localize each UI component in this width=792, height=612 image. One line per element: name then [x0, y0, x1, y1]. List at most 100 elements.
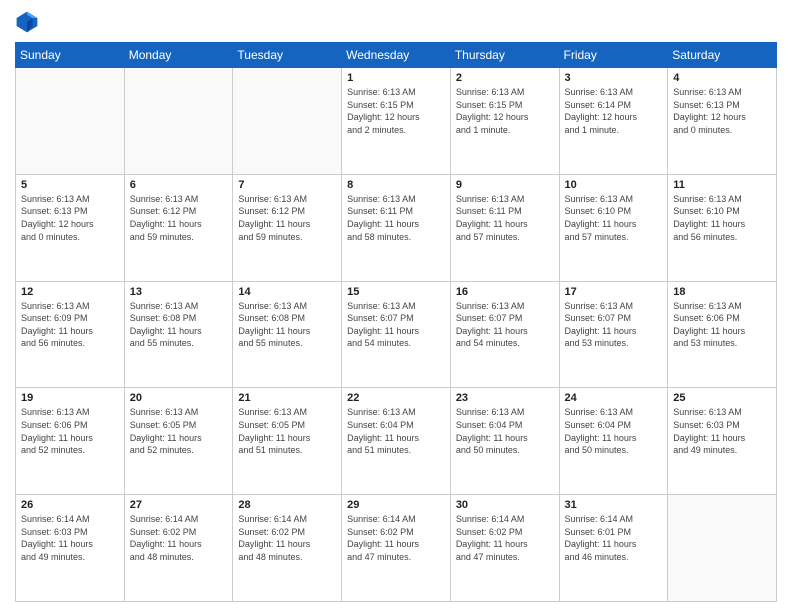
day-number: 11 [673, 179, 771, 191]
calendar-cell [233, 68, 342, 175]
day-info: Sunrise: 6:13 AM Sunset: 6:12 PM Dayligh… [130, 193, 228, 243]
day-info: Sunrise: 6:13 AM Sunset: 6:05 PM Dayligh… [130, 406, 228, 456]
day-info: Sunrise: 6:13 AM Sunset: 6:11 PM Dayligh… [347, 193, 445, 243]
calendar-cell: 20 Sunrise: 6:13 AM Sunset: 6:05 PM Dayli… [124, 388, 233, 495]
day-number: 2 [456, 72, 554, 84]
day-number: 14 [238, 286, 336, 298]
day-number: 6 [130, 179, 228, 191]
calendar-cell: 27 Sunrise: 6:14 AM Sunset: 6:02 PM Dayli… [124, 495, 233, 602]
day-number: 30 [456, 499, 554, 511]
day-info: Sunrise: 6:13 AM Sunset: 6:06 PM Dayligh… [673, 300, 771, 350]
weekday-header: Friday [559, 43, 668, 68]
calendar-cell: 10 Sunrise: 6:13 AM Sunset: 6:10 PM Dayli… [559, 174, 668, 281]
day-number: 23 [456, 392, 554, 404]
day-info: Sunrise: 6:13 AM Sunset: 6:08 PM Dayligh… [238, 300, 336, 350]
day-number: 24 [565, 392, 663, 404]
day-number: 8 [347, 179, 445, 191]
calendar-cell: 2Sunrise: 6:13 AM Sunset: 6:15 PM Daylig… [450, 68, 559, 175]
calendar-cell: 19 Sunrise: 6:13 AM Sunset: 6:06 PM Dayli… [16, 388, 125, 495]
calendar-week-row: 26Sunrise: 6:14 AM Sunset: 6:03 PM Dayli… [16, 495, 777, 602]
calendar: SundayMondayTuesdayWednesdayThursdayFrid… [15, 42, 777, 602]
day-info: Sunrise: 6:13 AM Sunset: 6:04 PM Dayligh… [565, 406, 663, 456]
day-number: 3 [565, 72, 663, 84]
day-number: 20 [130, 392, 228, 404]
calendar-cell: 3 Sunrise: 6:13 AM Sunset: 6:14 PM Daylig… [559, 68, 668, 175]
day-number: 17 [565, 286, 663, 298]
weekday-header: Wednesday [342, 43, 451, 68]
calendar-cell [124, 68, 233, 175]
calendar-cell: 28 Sunrise: 6:14 AM Sunset: 6:02 PM Dayli… [233, 495, 342, 602]
day-info: Sunrise: 6:13 AM Sunset: 6:11 PM Dayligh… [456, 193, 554, 243]
calendar-cell: 12Sunrise: 6:13 AM Sunset: 6:09 PM Dayli… [16, 281, 125, 388]
calendar-cell: 8 Sunrise: 6:13 AM Sunset: 6:11 PM Daylig… [342, 174, 451, 281]
day-number: 22 [347, 392, 445, 404]
weekday-header-row: SundayMondayTuesdayWednesdayThursdayFrid… [16, 43, 777, 68]
weekday-header: Sunday [16, 43, 125, 68]
calendar-cell: 11 Sunrise: 6:13 AM Sunset: 6:10 PM Dayli… [668, 174, 777, 281]
calendar-cell: 25Sunrise: 6:13 AM Sunset: 6:03 PM Dayli… [668, 388, 777, 495]
day-info: Sunrise: 6:13 AM Sunset: 6:14 PM Dayligh… [565, 86, 663, 136]
day-info: Sunrise: 6:14 AM Sunset: 6:02 PM Dayligh… [456, 513, 554, 563]
day-info: Sunrise: 6:13 AM Sunset: 6:12 PM Dayligh… [238, 193, 336, 243]
day-info: Sunrise: 6:14 AM Sunset: 6:02 PM Dayligh… [238, 513, 336, 563]
day-info: Sunrise: 6:14 AM Sunset: 6:02 PM Dayligh… [130, 513, 228, 563]
day-number: 9 [456, 179, 554, 191]
weekday-header: Monday [124, 43, 233, 68]
calendar-cell: 16 Sunrise: 6:13 AM Sunset: 6:07 PM Dayli… [450, 281, 559, 388]
calendar-cell: 21 Sunrise: 6:13 AM Sunset: 6:05 PM Dayli… [233, 388, 342, 495]
day-number: 26 [21, 499, 119, 511]
calendar-cell: 31 Sunrise: 6:14 AM Sunset: 6:01 PM Dayli… [559, 495, 668, 602]
calendar-week-row: 1Sunrise: 6:13 AM Sunset: 6:15 PM Daylig… [16, 68, 777, 175]
weekday-header: Tuesday [233, 43, 342, 68]
day-info: Sunrise: 6:13 AM Sunset: 6:05 PM Dayligh… [238, 406, 336, 456]
day-number: 21 [238, 392, 336, 404]
day-info: Sunrise: 6:13 AM Sunset: 6:07 PM Dayligh… [456, 300, 554, 350]
calendar-cell: 26Sunrise: 6:14 AM Sunset: 6:03 PM Dayli… [16, 495, 125, 602]
logo-icon [15, 10, 39, 34]
day-number: 15 [347, 286, 445, 298]
calendar-week-row: 19 Sunrise: 6:13 AM Sunset: 6:06 PM Dayli… [16, 388, 777, 495]
day-info: Sunrise: 6:13 AM Sunset: 6:09 PM Dayligh… [21, 300, 119, 350]
calendar-week-row: 5 Sunrise: 6:13 AM Sunset: 6:13 PM Daylig… [16, 174, 777, 281]
day-number: 31 [565, 499, 663, 511]
calendar-cell [16, 68, 125, 175]
weekday-header: Saturday [668, 43, 777, 68]
calendar-cell: 6 Sunrise: 6:13 AM Sunset: 6:12 PM Daylig… [124, 174, 233, 281]
header [15, 10, 777, 34]
day-info: Sunrise: 6:13 AM Sunset: 6:15 PM Dayligh… [347, 86, 445, 136]
calendar-cell: 5 Sunrise: 6:13 AM Sunset: 6:13 PM Daylig… [16, 174, 125, 281]
day-info: Sunrise: 6:14 AM Sunset: 6:02 PM Dayligh… [347, 513, 445, 563]
calendar-cell: 14 Sunrise: 6:13 AM Sunset: 6:08 PM Dayli… [233, 281, 342, 388]
day-number: 18 [673, 286, 771, 298]
day-number: 27 [130, 499, 228, 511]
calendar-cell: 17Sunrise: 6:13 AM Sunset: 6:07 PM Dayli… [559, 281, 668, 388]
calendar-cell: 9 Sunrise: 6:13 AM Sunset: 6:11 PM Daylig… [450, 174, 559, 281]
day-number: 10 [565, 179, 663, 191]
calendar-cell: 29 Sunrise: 6:14 AM Sunset: 6:02 PM Dayli… [342, 495, 451, 602]
day-number: 29 [347, 499, 445, 511]
day-info: Sunrise: 6:14 AM Sunset: 6:01 PM Dayligh… [565, 513, 663, 563]
calendar-cell: 4Sunrise: 6:13 AM Sunset: 6:13 PM Daylig… [668, 68, 777, 175]
logo [15, 10, 43, 34]
calendar-cell [668, 495, 777, 602]
calendar-week-row: 12Sunrise: 6:13 AM Sunset: 6:09 PM Dayli… [16, 281, 777, 388]
calendar-cell: 1Sunrise: 6:13 AM Sunset: 6:15 PM Daylig… [342, 68, 451, 175]
day-info: Sunrise: 6:13 AM Sunset: 6:13 PM Dayligh… [21, 193, 119, 243]
day-info: Sunrise: 6:13 AM Sunset: 6:04 PM Dayligh… [456, 406, 554, 456]
calendar-cell: 13Sunrise: 6:13 AM Sunset: 6:08 PM Dayli… [124, 281, 233, 388]
day-number: 19 [21, 392, 119, 404]
day-number: 16 [456, 286, 554, 298]
day-info: Sunrise: 6:13 AM Sunset: 6:13 PM Dayligh… [673, 86, 771, 136]
day-info: Sunrise: 6:13 AM Sunset: 6:04 PM Dayligh… [347, 406, 445, 456]
calendar-cell: 22 Sunrise: 6:13 AM Sunset: 6:04 PM Dayli… [342, 388, 451, 495]
day-info: Sunrise: 6:13 AM Sunset: 6:06 PM Dayligh… [21, 406, 119, 456]
day-info: Sunrise: 6:13 AM Sunset: 6:10 PM Dayligh… [565, 193, 663, 243]
day-info: Sunrise: 6:13 AM Sunset: 6:10 PM Dayligh… [673, 193, 771, 243]
calendar-cell: 23 Sunrise: 6:13 AM Sunset: 6:04 PM Dayli… [450, 388, 559, 495]
calendar-cell: 24 Sunrise: 6:13 AM Sunset: 6:04 PM Dayli… [559, 388, 668, 495]
day-info: Sunrise: 6:13 AM Sunset: 6:08 PM Dayligh… [130, 300, 228, 350]
day-number: 28 [238, 499, 336, 511]
day-number: 7 [238, 179, 336, 191]
day-number: 5 [21, 179, 119, 191]
calendar-cell: 15Sunrise: 6:13 AM Sunset: 6:07 PM Dayli… [342, 281, 451, 388]
